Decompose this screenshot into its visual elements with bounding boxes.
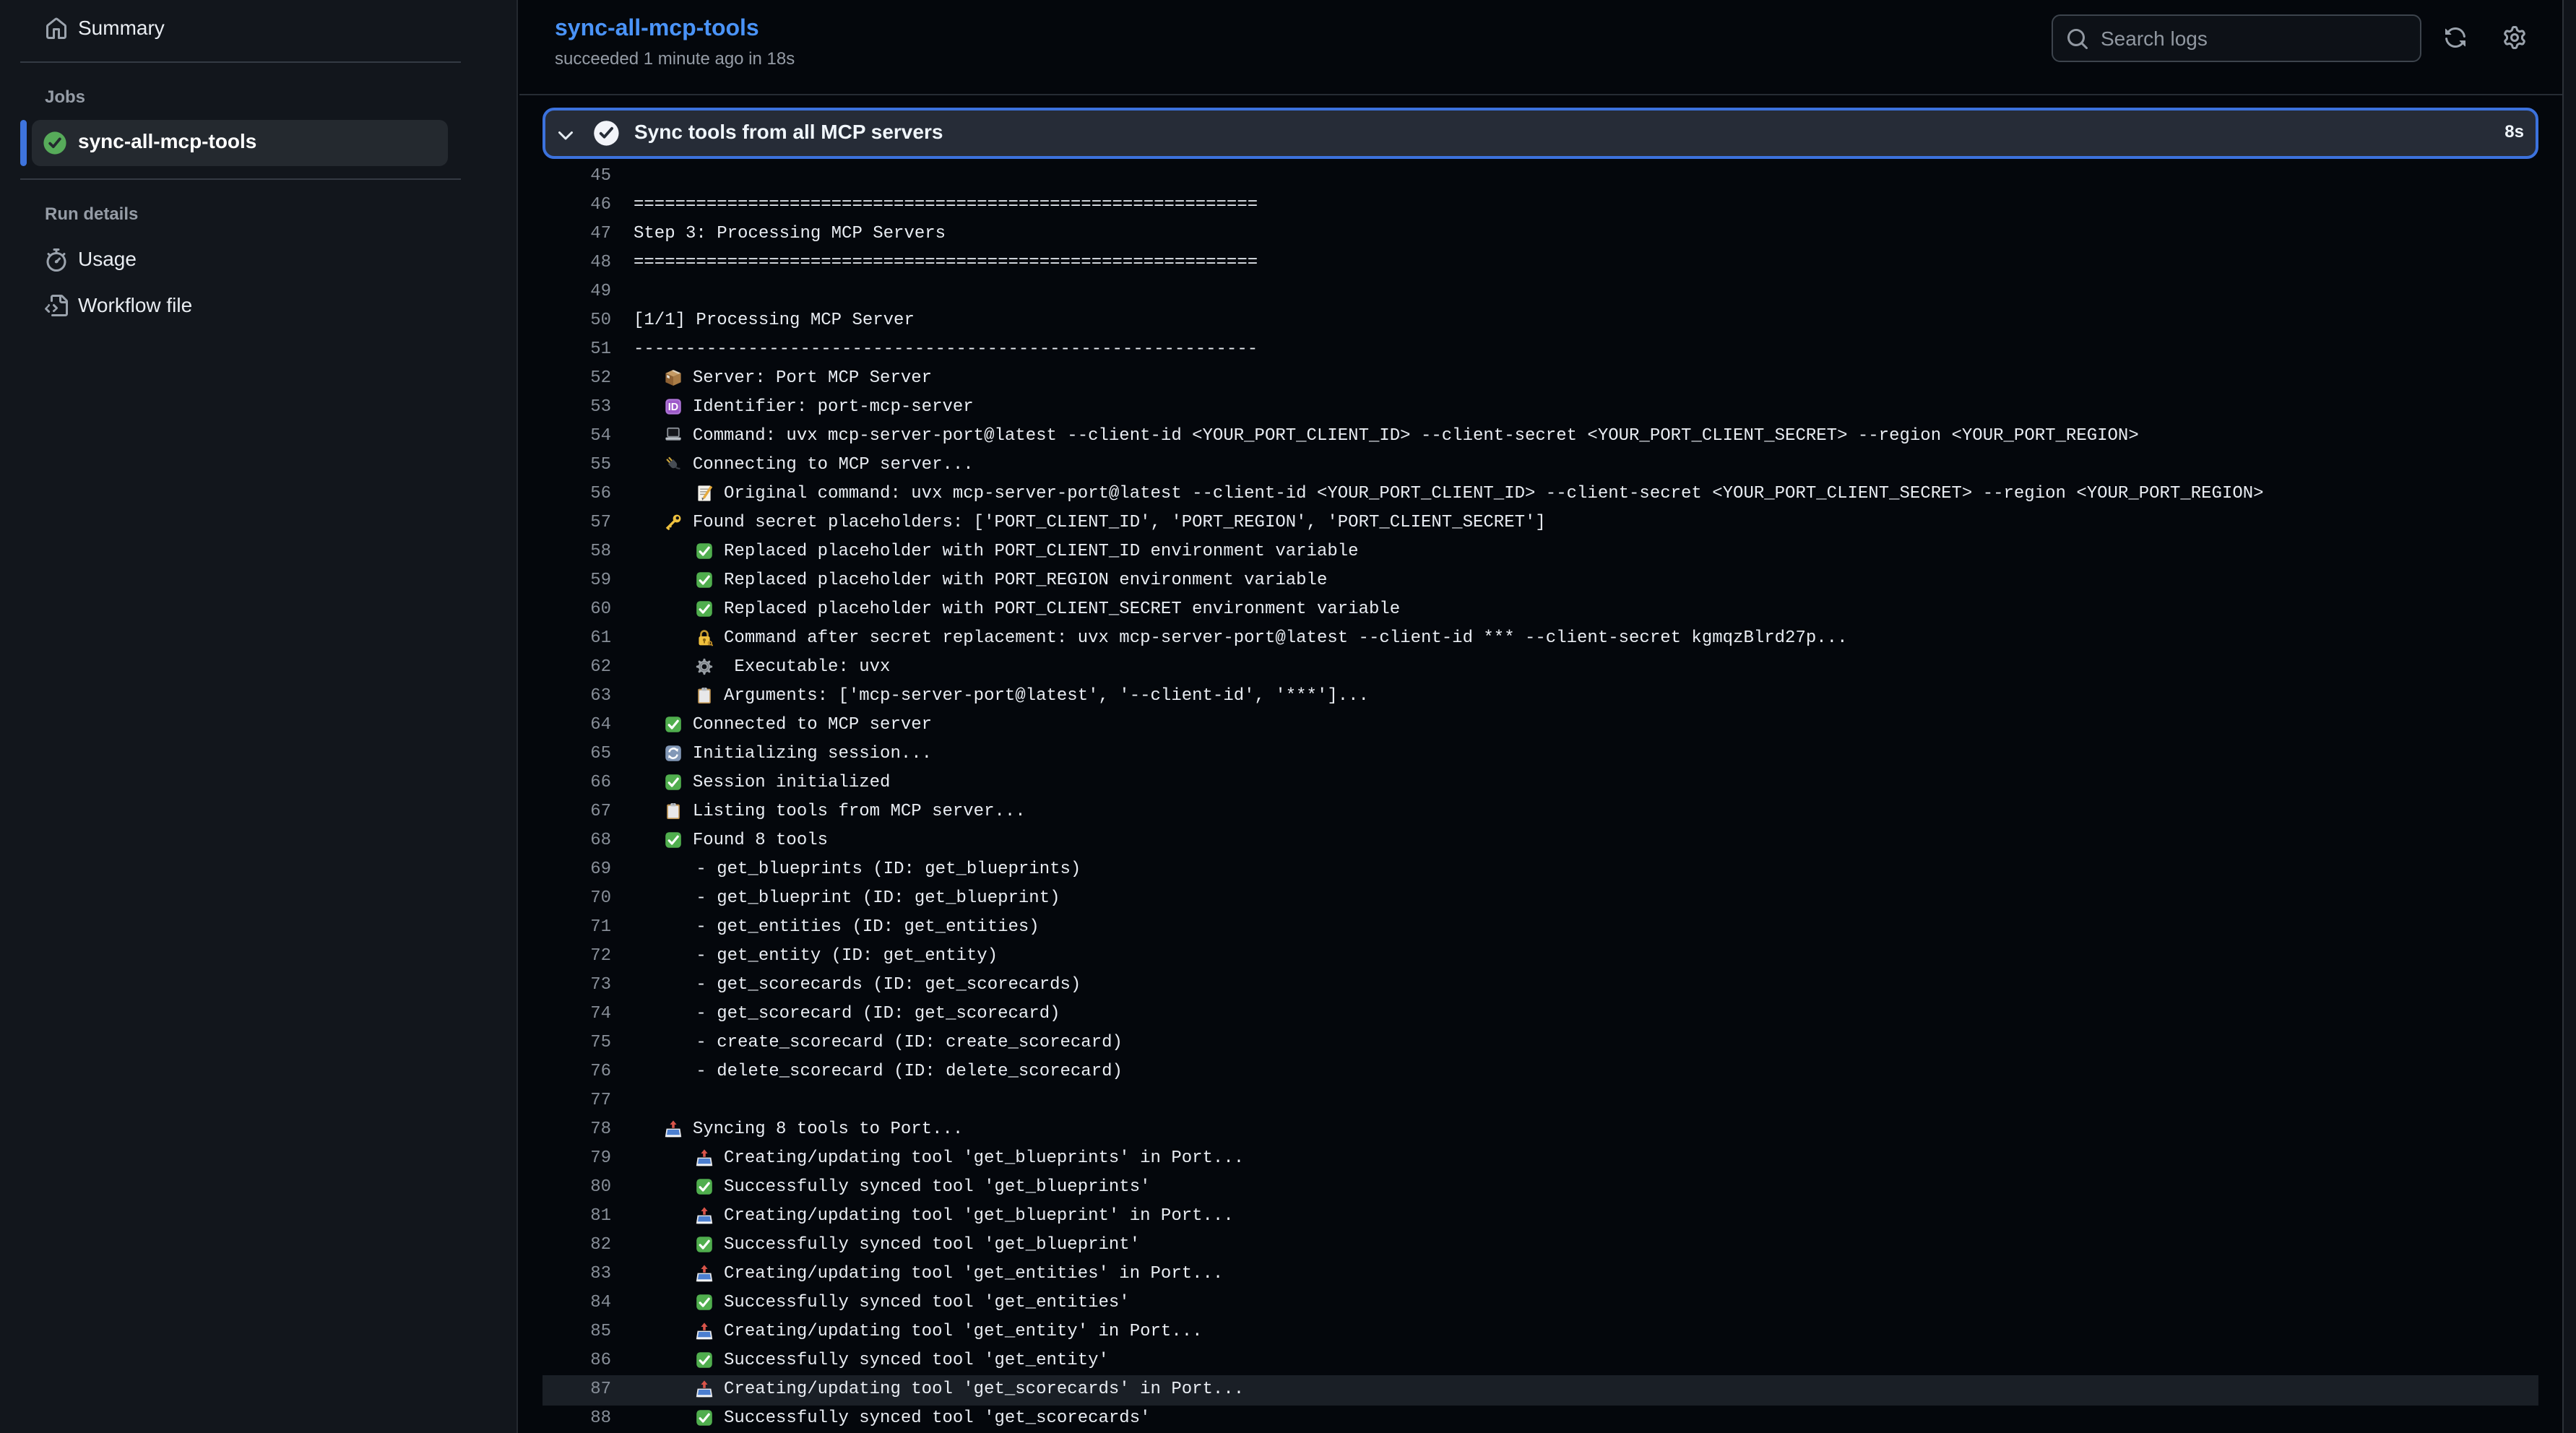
- svg-text:ID: ID: [668, 402, 678, 413]
